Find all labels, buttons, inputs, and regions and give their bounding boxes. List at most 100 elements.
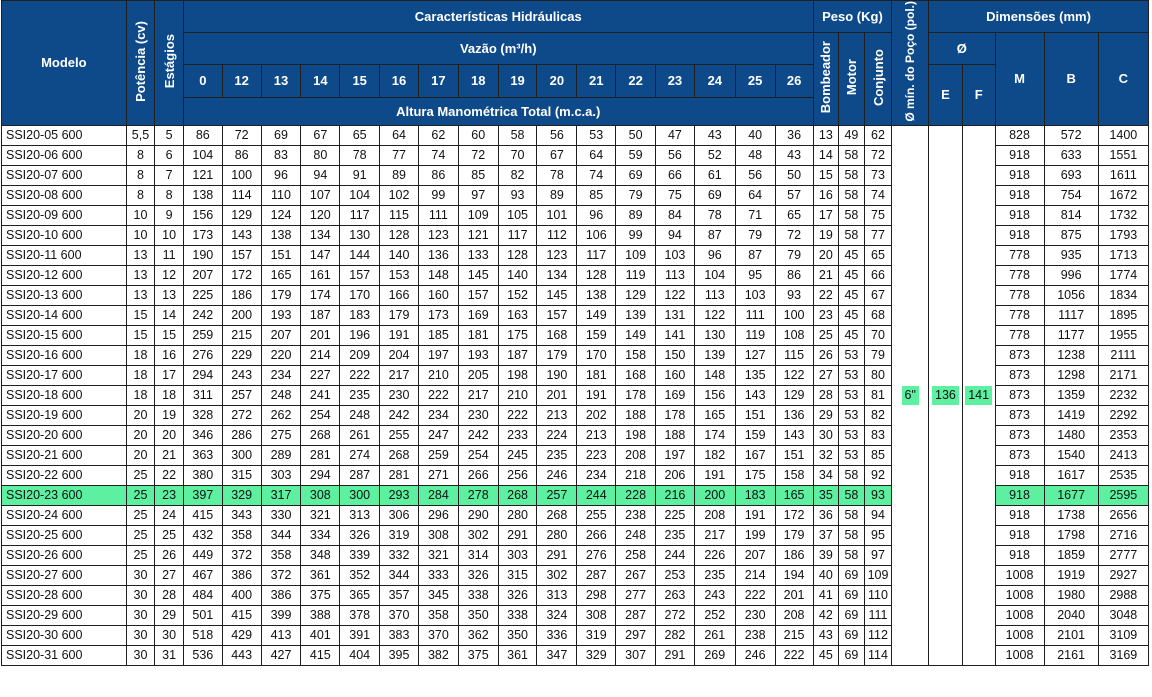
table-cell: SSI20-17 600 bbox=[1, 364, 127, 386]
table-cell: 103 bbox=[734, 284, 776, 306]
table-cell: 246 bbox=[734, 644, 776, 666]
table-cell: 69 bbox=[615, 164, 657, 186]
table-cell: 19 bbox=[154, 404, 184, 426]
table-cell: 74 bbox=[863, 184, 893, 206]
table-cell: 75 bbox=[655, 184, 695, 206]
table-cell: 187 bbox=[497, 344, 538, 366]
table-cell: 372 bbox=[221, 544, 262, 566]
table-cell: 222 bbox=[339, 364, 381, 386]
table-cell: 100 bbox=[774, 304, 814, 326]
table-cell: 72 bbox=[457, 144, 499, 166]
table-cell: 199 bbox=[734, 524, 776, 546]
table-cell: 8 bbox=[154, 184, 184, 206]
table-cell: 443 bbox=[221, 644, 262, 666]
table-cell: 415 bbox=[182, 504, 223, 526]
table-cell: 188 bbox=[615, 404, 657, 426]
table-cell: 178 bbox=[615, 384, 657, 406]
table-cell: 918 bbox=[994, 224, 1045, 246]
table-cell: 97 bbox=[863, 544, 893, 566]
table-cell: 209 bbox=[339, 344, 381, 366]
table-cell: 117 bbox=[497, 224, 538, 246]
table-cell: 873 bbox=[994, 344, 1045, 366]
table-cell: 131 bbox=[655, 304, 695, 326]
table-cell: 119 bbox=[615, 264, 657, 286]
table-cell: SSI20-13 600 bbox=[1, 284, 127, 306]
table-cell: 52 bbox=[693, 144, 736, 166]
table-cell: 151 bbox=[774, 444, 814, 466]
flow-header: 24 bbox=[693, 64, 736, 98]
header-b: B bbox=[1043, 32, 1099, 126]
table-cell: 3048 bbox=[1097, 604, 1150, 626]
table-cell: 53 bbox=[576, 124, 617, 146]
table-cell: 347 bbox=[536, 644, 578, 666]
table-cell: 89 bbox=[615, 204, 657, 226]
table-cell: 217 bbox=[379, 364, 419, 386]
table-cell: 255 bbox=[379, 424, 419, 446]
table-cell: 77 bbox=[863, 224, 893, 246]
table-cell: 918 bbox=[994, 544, 1045, 566]
table-cell: 268 bbox=[300, 424, 341, 446]
table-cell: 58 bbox=[838, 484, 865, 506]
header-altura: Altura Manométrica Total (m.c.a.) bbox=[182, 96, 814, 126]
table-cell: 303 bbox=[497, 544, 538, 566]
table-cell: 449 bbox=[182, 544, 223, 566]
table-cell: 415 bbox=[300, 644, 341, 666]
table-cell: 344 bbox=[379, 564, 419, 586]
table-cell: 214 bbox=[300, 344, 341, 366]
table-cell: 58 bbox=[838, 144, 865, 166]
table-cell: 58 bbox=[838, 544, 865, 566]
table-cell: SSI20-12 600 bbox=[1, 264, 127, 286]
table-cell: 99 bbox=[417, 184, 459, 206]
table-cell: 190 bbox=[536, 364, 578, 386]
table-cell: 222 bbox=[774, 644, 814, 666]
table-cell: 96 bbox=[693, 244, 736, 266]
table-cell: 413 bbox=[260, 624, 302, 646]
table-cell: 17 bbox=[154, 364, 184, 386]
flow-header: 17 bbox=[417, 64, 459, 98]
table-cell: 2988 bbox=[1097, 584, 1150, 606]
table-cell: 311 bbox=[182, 384, 223, 406]
table-cell: 935 bbox=[1043, 244, 1099, 266]
table-cell: 2927 bbox=[1097, 564, 1150, 586]
table-cell: 2353 bbox=[1097, 424, 1150, 446]
table-cell: 157 bbox=[339, 264, 381, 286]
table-cell: 93 bbox=[863, 484, 893, 506]
table-cell: 278 bbox=[457, 484, 499, 506]
table-cell: 344 bbox=[260, 524, 302, 546]
table-cell: 69 bbox=[838, 604, 865, 626]
table-cell: 25 bbox=[125, 544, 156, 566]
table-cell: 65 bbox=[774, 204, 814, 226]
table-cell: 375 bbox=[457, 644, 499, 666]
table-cell: 72 bbox=[221, 124, 262, 146]
header-modelo: Modelo bbox=[1, 0, 127, 126]
table-cell: 103 bbox=[655, 244, 695, 266]
table-cell: 74 bbox=[576, 164, 617, 186]
table-cell: 34 bbox=[812, 464, 840, 486]
table-cell: 21 bbox=[812, 264, 840, 286]
table-cell: 58 bbox=[838, 524, 865, 546]
table-cell: 272 bbox=[655, 604, 695, 626]
table-cell: 113 bbox=[655, 264, 695, 286]
table-cell: 53 bbox=[838, 424, 865, 446]
table-cell: 12 bbox=[154, 264, 184, 286]
table-cell: 123 bbox=[417, 224, 459, 246]
table-cell: 156 bbox=[693, 384, 736, 406]
table-cell: 261 bbox=[339, 424, 381, 446]
table-cell: 140 bbox=[379, 244, 419, 266]
table-cell: 173 bbox=[417, 304, 459, 326]
header-bombeador: Bombeador bbox=[812, 32, 840, 126]
table-cell: 259 bbox=[182, 324, 223, 346]
table-cell: 370 bbox=[417, 624, 459, 646]
table-cell: 69 bbox=[838, 584, 865, 606]
table-cell: 18 bbox=[125, 364, 156, 386]
table-cell: 206 bbox=[655, 464, 695, 486]
table-cell: 79 bbox=[734, 224, 776, 246]
table-cell: 160 bbox=[417, 284, 459, 306]
table-cell: 317 bbox=[260, 484, 302, 506]
table-cell: 235 bbox=[693, 564, 736, 586]
table-cell: 1008 bbox=[994, 564, 1045, 586]
table-cell: 39 bbox=[812, 544, 840, 566]
table-cell: 281 bbox=[300, 444, 341, 466]
table-cell: 188 bbox=[655, 424, 695, 446]
table-cell: 30 bbox=[125, 644, 156, 666]
